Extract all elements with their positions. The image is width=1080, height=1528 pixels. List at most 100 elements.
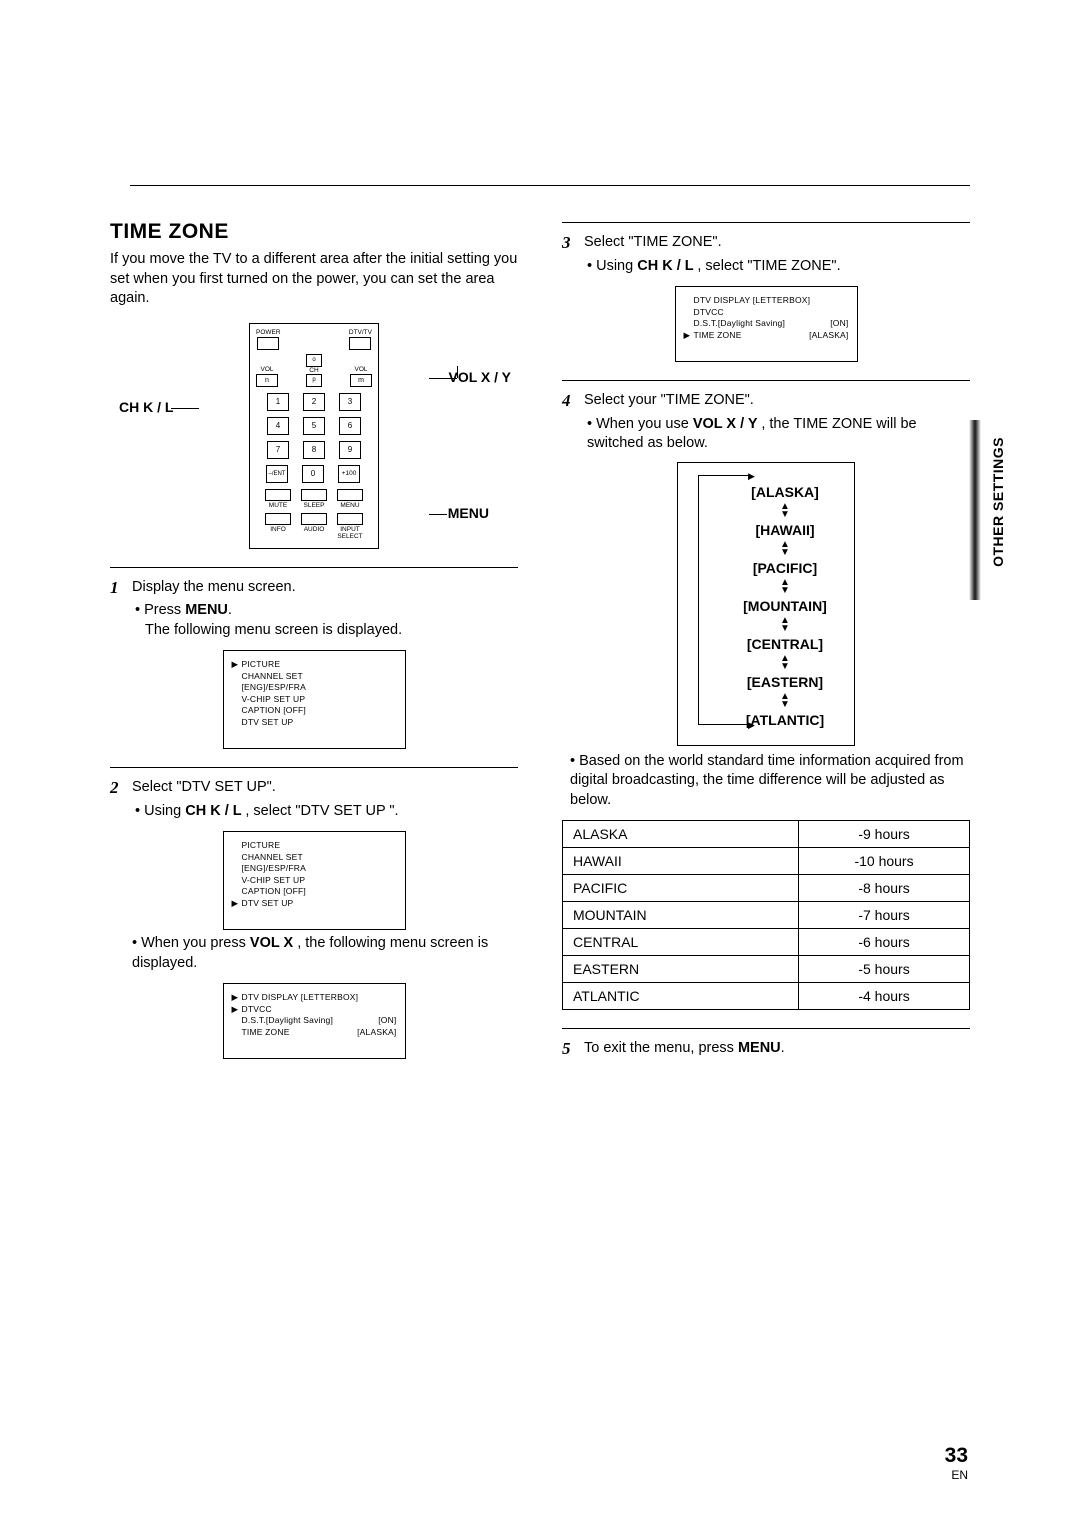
page-lang: EN [945, 1468, 968, 1482]
remote-label: POWER [256, 329, 281, 336]
leader-line [171, 408, 199, 409]
step-text: Display the menu screen. [132, 579, 296, 595]
zone-cell: HAWAII [563, 848, 799, 875]
table-row: HAWAII-10 hours [563, 848, 970, 875]
updown-icon: ▲ ▼ [724, 579, 846, 595]
top-rule [130, 185, 970, 186]
zone-cell: MOUNTAIN [563, 902, 799, 929]
text-bold: CH K / L [637, 258, 697, 274]
zone-cell: ALASKA [563, 821, 799, 848]
remote-btn-2: 2 [303, 393, 325, 411]
remote-btn-1: 1 [267, 393, 289, 411]
text: , select "TIME ZONE". [697, 258, 840, 274]
tz-flow-item: [HAWAII] [724, 522, 846, 538]
remote-btn-6: 6 [339, 417, 361, 435]
offset-table: ALASKA-9 hoursHAWAII-10 hoursPACIFIC-8 h… [562, 820, 970, 1010]
table-row: PACIFIC-8 hours [563, 875, 970, 902]
step-2: 2 Select "DTV SET UP". • Using CH K / L … [110, 778, 518, 821]
text: • Using [587, 258, 637, 274]
remote-btn-vol-up: m [350, 374, 372, 387]
offset-cell: -5 hours [799, 956, 970, 983]
osd-menu-2: PICTURECHANNEL SET[ENG]/ESP/FRAV-CHIP SE… [223, 831, 406, 930]
remote-btn-audio [301, 513, 327, 525]
offset-cell: -7 hours [799, 902, 970, 929]
remote-btn-9: 9 [339, 441, 361, 459]
remote-label: VOL [260, 366, 273, 373]
updown-icon: ▲ ▼ [724, 693, 846, 709]
tz-flow-item: [CENTRAL] [724, 636, 846, 652]
text-bold: MENU [738, 1040, 781, 1056]
remote-btn-vol-down: n [256, 374, 278, 387]
page: OTHER SETTINGS TIME ZONE If you move the… [0, 0, 1080, 1528]
table-row: CENTRAL-6 hours [563, 929, 970, 956]
remote-btn-input [337, 513, 363, 525]
remote-btn-menu [337, 489, 363, 501]
zone-cell: ATLANTIC [563, 983, 799, 1010]
updown-icon: ▲ ▼ [724, 503, 846, 519]
remote-btn-power [257, 337, 279, 350]
remote-btn-3: 3 [339, 393, 361, 411]
timezone-flow: ▶ ▶ [ALASKA]▲ ▼[HAWAII]▲ ▼[PACIFIC]▲ ▼[M… [677, 462, 855, 746]
text: . [228, 602, 232, 618]
text: , select "DTV SET UP ". [245, 803, 398, 819]
remote-btn-0: 0 [302, 465, 324, 483]
text-bold: VOL X / Y [693, 416, 762, 432]
remote-btn-8: 8 [303, 441, 325, 459]
osd-menu-1: ▶PICTURECHANNEL SET[ENG]/ESP/FRAV-CHIP S… [223, 650, 406, 749]
zone-cell: PACIFIC [563, 875, 799, 902]
updown-icon: ▲ ▼ [724, 617, 846, 633]
zone-cell: CENTRAL [563, 929, 799, 956]
text: • Press [135, 602, 185, 618]
step-number: 1 [110, 578, 124, 641]
remote-btn-4: 4 [267, 417, 289, 435]
text: • When you use [587, 416, 693, 432]
step-number: 3 [562, 233, 576, 276]
offset-cell: -6 hours [799, 929, 970, 956]
remote-label: CH [309, 367, 318, 374]
callout-menu: MENU [448, 505, 489, 521]
remote-btn-dtv [349, 337, 371, 350]
remote-btn-info [265, 513, 291, 525]
step-1: 1 Display the menu screen. • Press MENU.… [110, 578, 518, 641]
text: To exit the menu, press [584, 1040, 738, 1056]
remote-label: VOL [354, 366, 367, 373]
arrow-icon: ▶ [748, 720, 755, 731]
offset-cell: -8 hours [799, 875, 970, 902]
remote-label: DTV/TV [349, 329, 372, 336]
step-3: 3 Select "TIME ZONE". • Using CH K / L ,… [562, 233, 970, 276]
tz-flow-item: [MOUNTAIN] [724, 598, 846, 614]
step-number: 4 [562, 391, 576, 454]
tz-flow-item: [ATLANTIC] [724, 712, 846, 728]
callout-ch: CH K / L [119, 399, 173, 415]
table-row: ALASKA-9 hours [563, 821, 970, 848]
step-4: 4 Select your "TIME ZONE". • When you us… [562, 391, 970, 454]
text: . [781, 1040, 785, 1056]
note-text: • Based on the world standard time infor… [570, 752, 970, 811]
offset-cell: -10 hours [799, 848, 970, 875]
intro-text: If you move the TV to a different area a… [110, 250, 518, 309]
table-row: ATLANTIC-4 hours [563, 983, 970, 1010]
section-title: TIME ZONE [110, 220, 518, 244]
tz-flow-item: [ALASKA] [724, 484, 846, 500]
tz-flow-item: [PACIFIC] [724, 560, 846, 576]
text: • Using [135, 803, 185, 819]
remote-btn-5: 5 [303, 417, 325, 435]
remote-btn-ch-down: p [306, 374, 322, 387]
tz-flow-item: [EASTERN] [724, 674, 846, 690]
updown-icon: ▲ ▼ [724, 541, 846, 557]
table-row: EASTERN-5 hours [563, 956, 970, 983]
side-fade [969, 420, 981, 600]
remote-btn-ch-up: o [306, 354, 322, 367]
remote-illustration: VOL X / Y CH K / L MENU POWER DTV/TV VOL… [199, 323, 429, 549]
text-bold: VOL X [250, 935, 297, 951]
page-footer: 33 EN [945, 1444, 968, 1482]
leader-line [429, 378, 457, 379]
osd-menu-4: DTV DISPLAY [LETTERBOX]DTVCCD.S.T.[Dayli… [675, 286, 858, 362]
page-number: 33 [945, 1444, 968, 1468]
step-number: 2 [110, 778, 124, 821]
step-text: Select "DTV SET UP". [132, 779, 276, 795]
step-text: Select "TIME ZONE". [584, 234, 722, 250]
updown-icon: ▲ ▼ [724, 655, 846, 671]
remote-btn-7: 7 [267, 441, 289, 459]
step-number: 5 [562, 1039, 576, 1059]
